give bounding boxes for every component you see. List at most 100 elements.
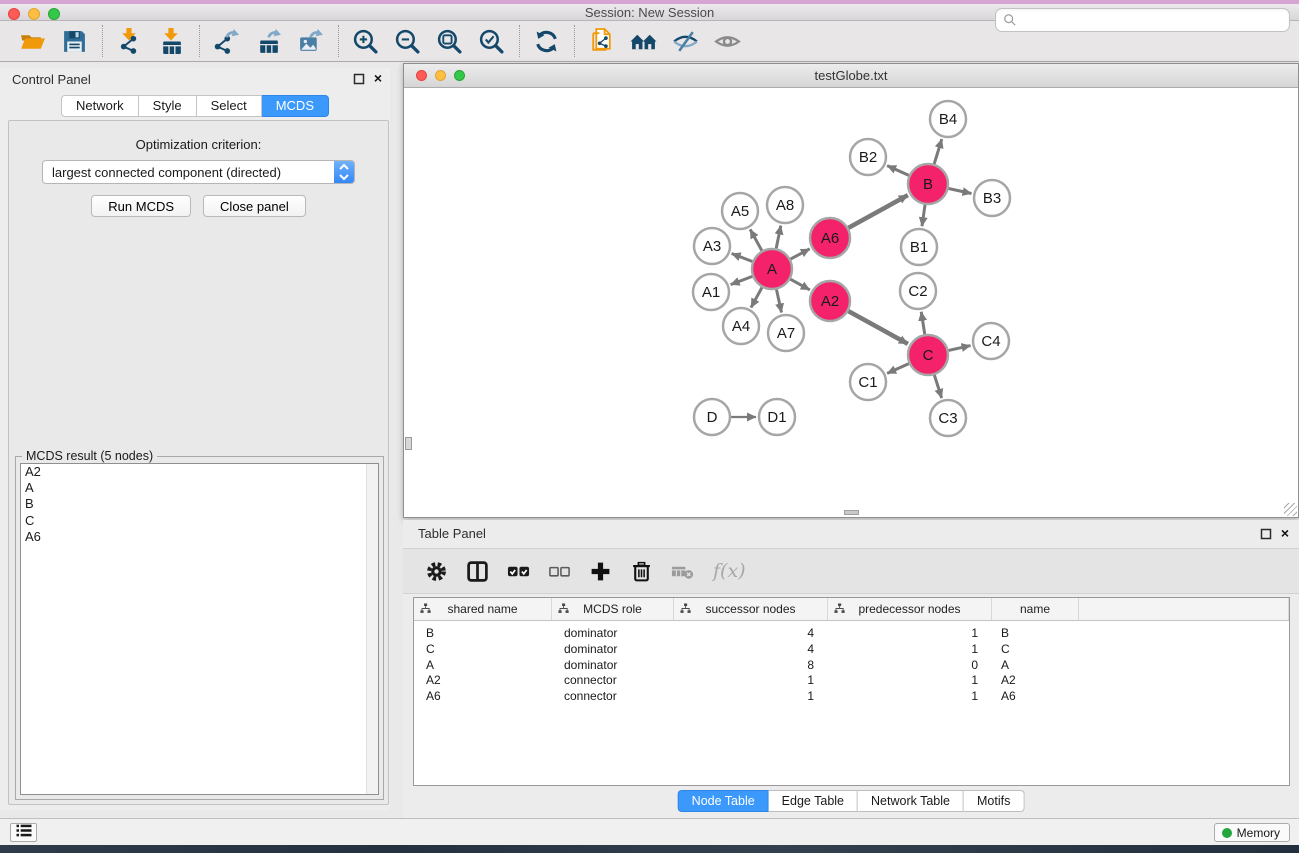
table-row[interactable]: A6connector11A6 [414, 689, 1289, 705]
edge-A-A7[interactable] [776, 290, 781, 313]
close-panel-icon[interactable]: × [374, 72, 382, 84]
resize-grip-icon[interactable] [1284, 503, 1297, 516]
vertical-scroll-thumb[interactable] [405, 437, 412, 450]
criterion-dropdown[interactable]: largest connected component (directed) [42, 160, 355, 184]
edge-B-B4[interactable] [934, 139, 942, 164]
float-table-panel-icon[interactable] [1260, 527, 1272, 539]
graph-node-A4[interactable]: A4 [723, 308, 759, 344]
edge-B-B3[interactable] [949, 188, 972, 193]
graph-node-B3[interactable]: B3 [974, 180, 1010, 216]
table-cell[interactable]: 4 [674, 626, 828, 642]
tab-style[interactable]: Style [139, 95, 197, 117]
column-header-shared-name[interactable]: shared name [414, 598, 552, 620]
export-table-icon[interactable] [254, 26, 284, 56]
result-list-item[interactable]: A [21, 480, 378, 496]
show-eye-icon[interactable] [713, 26, 743, 56]
table-cell[interactable]: connector [552, 689, 674, 705]
table-row[interactable]: Bdominator41B [414, 626, 1289, 642]
graph-node-B1[interactable]: B1 [901, 229, 937, 265]
table-cell[interactable]: 1 [828, 689, 992, 705]
import-table-icon[interactable] [157, 26, 187, 56]
edge-B-B2[interactable] [887, 166, 909, 176]
tab-mcds[interactable]: MCDS [262, 95, 329, 117]
tab-network[interactable]: Network [61, 95, 139, 117]
edge-A-A8[interactable] [776, 226, 781, 249]
network-canvas[interactable]: AA1A3A4A5A7A8A6A2BB1B2B3B4CC1C2C3C4DD1 [404, 88, 1298, 517]
save-icon[interactable] [60, 26, 90, 56]
zoom-in-icon[interactable] [351, 26, 381, 56]
table-cell[interactable]: 0 [828, 658, 992, 674]
edge-C-C2[interactable] [921, 312, 925, 335]
export-image-icon[interactable] [296, 26, 326, 56]
graph-node-C4[interactable]: C4 [973, 323, 1009, 359]
table-cell[interactable]: 1 [828, 673, 992, 689]
graph-node-A3[interactable]: A3 [694, 228, 730, 264]
table-cell[interactable]: dominator [552, 658, 674, 674]
zoom-out-icon[interactable] [393, 26, 423, 56]
edge-A6-B[interactable] [848, 195, 907, 228]
graph-node-C3[interactable]: C3 [930, 400, 966, 436]
edge-A2-C[interactable] [848, 311, 907, 344]
horizontal-scroll-thumb[interactable] [844, 510, 859, 515]
graph-node-A[interactable]: A [752, 249, 792, 289]
network-file-icon[interactable] [587, 26, 617, 56]
graph-node-A8[interactable]: A8 [767, 187, 803, 223]
gear-icon[interactable] [424, 558, 450, 584]
delete-icon[interactable] [629, 558, 655, 584]
table-cell[interactable]: 4 [674, 642, 828, 658]
graph-node-B2[interactable]: B2 [850, 139, 886, 175]
graph-node-C2[interactable]: C2 [900, 273, 936, 309]
edge-C-C3[interactable] [934, 375, 941, 398]
close-table-panel-icon[interactable]: × [1281, 527, 1289, 539]
tab-node-table[interactable]: Node Table [678, 790, 769, 812]
tab-select[interactable]: Select [197, 95, 262, 117]
search-input[interactable] [1017, 11, 1289, 29]
select-all-icon[interactable] [506, 558, 532, 584]
result-list-item[interactable]: C [21, 513, 378, 529]
graph-node-D[interactable]: D [694, 399, 730, 435]
network-window-titlebar[interactable]: testGlobe.txt [404, 64, 1298, 88]
edge-A-A3[interactable] [732, 254, 753, 262]
table-cell[interactable]: C [992, 642, 1079, 658]
deselect-all-icon[interactable] [547, 558, 573, 584]
result-scrollbar[interactable] [366, 464, 378, 794]
open-folder-icon[interactable] [18, 26, 48, 56]
edge-A-A1[interactable] [731, 276, 753, 284]
table-cell[interactable]: A2 [992, 673, 1079, 689]
table-cell[interactable]: 1 [828, 626, 992, 642]
home-icon[interactable] [629, 26, 659, 56]
refresh-icon[interactable] [532, 26, 562, 56]
table-cell[interactable]: A6 [992, 689, 1079, 705]
tab-motifs[interactable]: Motifs [964, 790, 1024, 812]
graph-node-C1[interactable]: C1 [850, 364, 886, 400]
edge-A-A6[interactable] [791, 249, 810, 259]
export-network-icon[interactable] [212, 26, 242, 56]
mcds-result-list[interactable]: A2ABCA6 [20, 463, 379, 795]
edge-B-B1[interactable] [922, 205, 925, 226]
column-header-predecessor-nodes[interactable]: predecessor nodes [828, 598, 992, 620]
edge-A-A2[interactable] [790, 279, 809, 290]
network-graph[interactable]: AA1A3A4A5A7A8A6A2BB1B2B3B4CC1C2C3C4DD1 [404, 88, 1298, 516]
result-list-item[interactable]: A6 [21, 529, 378, 545]
table-cell[interactable]: A [414, 658, 552, 674]
table-cell[interactable]: B [414, 626, 552, 642]
graph-node-A1[interactable]: A1 [693, 274, 729, 310]
import-network-icon[interactable] [115, 26, 145, 56]
tab-network-table[interactable]: Network Table [858, 790, 964, 812]
hide-eye-icon[interactable] [671, 26, 701, 56]
memory-button[interactable]: Memory [1214, 823, 1290, 842]
table-cell[interactable]: 1 [674, 673, 828, 689]
add-icon[interactable] [588, 558, 614, 584]
table-cell[interactable]: A2 [414, 673, 552, 689]
table-cell[interactable]: B [992, 626, 1079, 642]
table-row[interactable]: Cdominator41C [414, 642, 1289, 658]
zoom-fit-icon[interactable] [435, 26, 465, 56]
edge-A-A5[interactable] [750, 229, 762, 250]
table-cell[interactable]: 1 [828, 642, 992, 658]
column-header-MCDS-role[interactable]: MCDS role [552, 598, 674, 620]
float-panel-icon[interactable] [353, 72, 365, 84]
run-mcds-button[interactable]: Run MCDS [91, 195, 191, 217]
graph-node-A5[interactable]: A5 [722, 193, 758, 229]
edge-C-C1[interactable] [887, 364, 909, 374]
table-cell[interactable]: A [992, 658, 1079, 674]
